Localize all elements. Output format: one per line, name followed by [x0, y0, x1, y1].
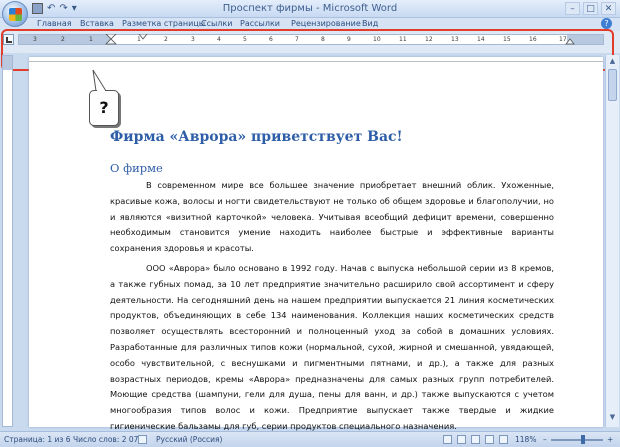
document-subheading: О фирме	[110, 161, 163, 175]
paragraph-1: В современном мире все большее значение …	[110, 180, 554, 254]
office-logo-icon	[9, 8, 22, 21]
document-heading: Фирма «Аврора» приветствует Вас!	[110, 129, 403, 145]
zoom-level[interactable]: 118%	[515, 435, 536, 444]
view-web-layout-icon[interactable]	[471, 435, 480, 444]
paragraph-2: ООО «Аврора» было основано в 1992 году. …	[110, 263, 554, 431]
zoom-in-button[interactable]: +	[607, 435, 613, 444]
view-outline-icon[interactable]	[485, 435, 494, 444]
view-draft-icon[interactable]	[499, 435, 508, 444]
spelling-check-icon[interactable]	[138, 435, 147, 444]
zoom-slider[interactable]	[551, 439, 603, 441]
word-count-status[interactable]: Число слов: 2 076	[73, 435, 143, 444]
page-count-status[interactable]: Страница: 1 из 6	[4, 435, 71, 444]
office-button[interactable]	[2, 1, 28, 27]
zoom-out-button[interactable]: –	[543, 435, 547, 444]
status-bar: Страница: 1 из 6 Число слов: 2 076 Русск…	[0, 431, 620, 447]
view-print-layout-icon[interactable]	[443, 435, 452, 444]
view-full-screen-icon[interactable]	[457, 435, 466, 444]
zoom-slider-knob[interactable]	[581, 435, 585, 444]
language-status[interactable]: Русский (Россия)	[156, 435, 222, 444]
